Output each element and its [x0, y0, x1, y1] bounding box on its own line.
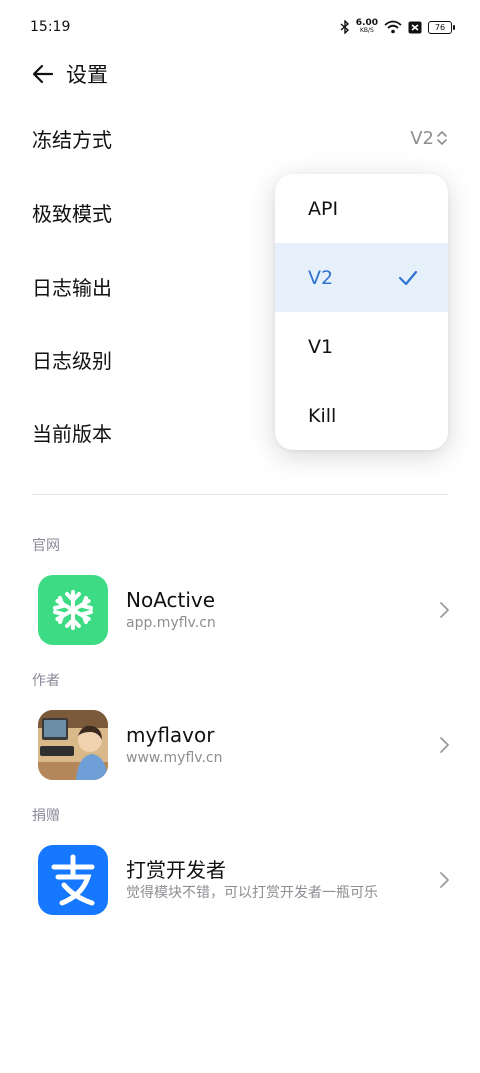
- card-text: NoActive app.myflv.cn: [126, 587, 438, 633]
- card-title: myflavor: [126, 723, 215, 747]
- chevron-right-icon: [440, 872, 449, 888]
- setting-label: 当前版本: [32, 421, 112, 446]
- sim-icon: [408, 21, 422, 33]
- chevron-right-icon: [440, 737, 449, 753]
- section-title-author: 作者: [32, 673, 60, 689]
- card-text: 打赏开发者 觉得模块不错，可以打赏开发者一瓶可乐: [126, 857, 438, 903]
- setting-label: 日志级别: [32, 348, 112, 373]
- setting-label: 极致模式: [32, 201, 112, 226]
- snowflake-icon: [38, 575, 108, 645]
- setting-label: 日志输出: [32, 275, 112, 300]
- freeze-mode-value[interactable]: V2: [410, 128, 448, 149]
- setting-freeze-mode[interactable]: 冻结方式 V2: [32, 118, 448, 158]
- dropdown-option-kill[interactable]: Kill: [275, 381, 448, 450]
- status-icons: 6.00 KB/S 76: [340, 18, 455, 35]
- author-item[interactable]: myflavor www.myflv.cn: [38, 710, 452, 780]
- chevron-right-icon: [440, 602, 449, 618]
- card-subtitle: app.myflv.cn: [126, 615, 216, 631]
- alipay-icon: [38, 845, 108, 915]
- wifi-icon: [384, 20, 402, 34]
- avatar: [38, 710, 108, 780]
- bluetooth-icon: [340, 20, 349, 34]
- card-title: NoActive: [126, 588, 216, 612]
- card-title: 打赏开发者: [126, 858, 226, 882]
- dropdown-option-v2[interactable]: V2: [275, 243, 448, 312]
- dropdown-option-api[interactable]: API: [275, 174, 448, 243]
- donate-item[interactable]: 打赏开发者 觉得模块不错，可以打赏开发者一瓶可乐: [38, 845, 452, 915]
- status-time: 15:19: [30, 19, 71, 35]
- section-title-website: 官网: [32, 538, 60, 554]
- page-title: 设置: [66, 63, 108, 87]
- updown-chevron-icon: [437, 131, 447, 145]
- card-text: myflavor www.myflv.cn: [126, 722, 438, 768]
- website-item[interactable]: NoActive app.myflv.cn: [38, 575, 452, 645]
- dropdown-option-v1[interactable]: V1: [275, 312, 448, 381]
- card-subtitle: 觉得模块不错，可以打赏开发者一瓶可乐: [126, 885, 378, 901]
- net-speed: 6.00 KB/S: [355, 18, 378, 35]
- divider: [32, 494, 448, 495]
- card-subtitle: www.myflv.cn: [126, 750, 223, 766]
- back-arrow-icon[interactable]: [32, 63, 54, 85]
- checkmark-icon: [398, 270, 418, 285]
- status-bar: 15:19 6.00 KB/S 76: [0, 0, 480, 56]
- freeze-mode-dropdown: API V2 V1 Kill: [275, 174, 448, 450]
- section-title-donate: 捐赠: [32, 808, 60, 824]
- battery-icon: 76: [428, 20, 455, 34]
- setting-label: 冻结方式: [32, 127, 112, 152]
- header: 设置: [32, 58, 108, 90]
